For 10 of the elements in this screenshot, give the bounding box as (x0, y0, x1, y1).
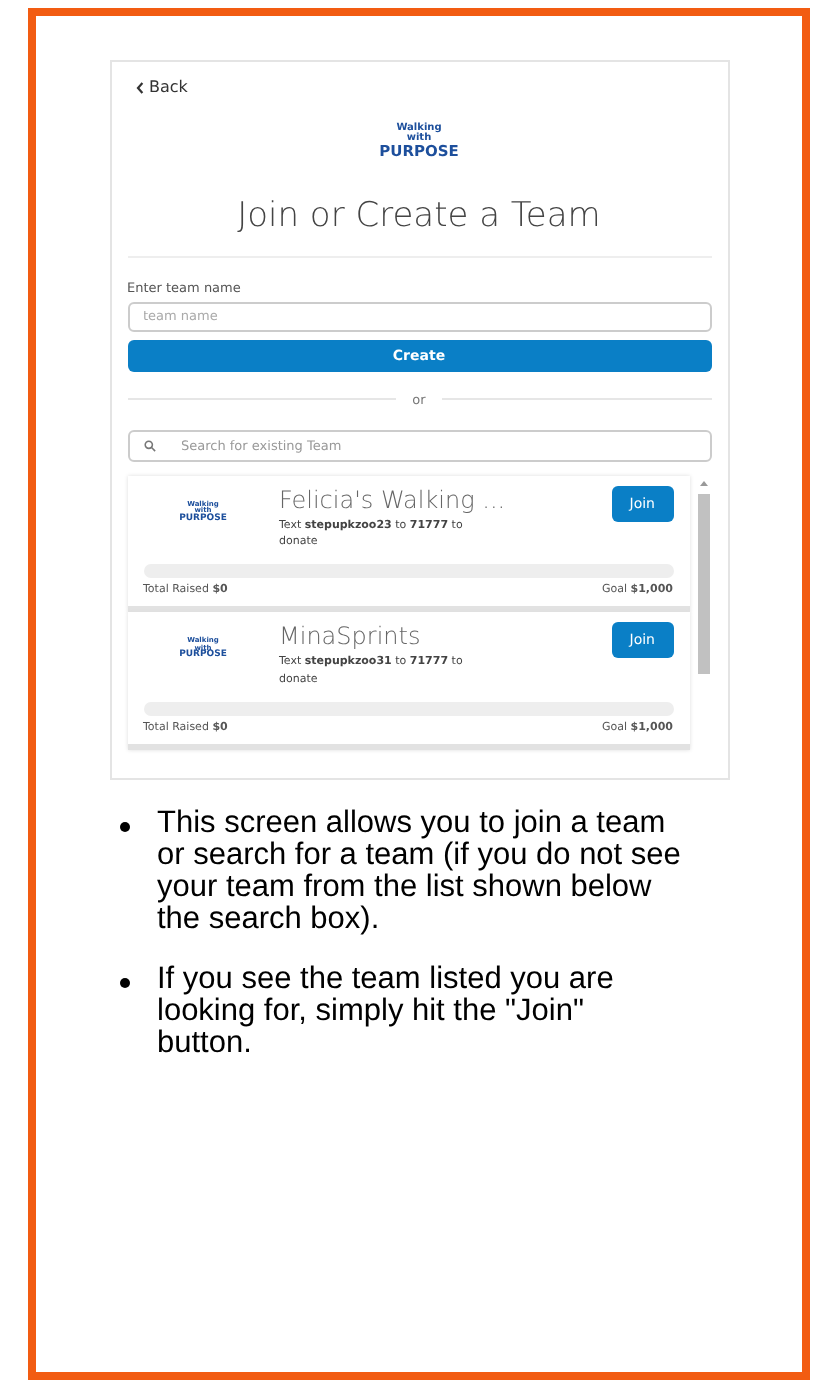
bullet-icon (119, 822, 129, 832)
page-title: Join or Create a Team (127, 195, 711, 257)
bullet-icon (119, 977, 129, 988)
team-name: Felicia's Walking ... (279, 485, 508, 513)
search-icon (143, 439, 155, 451)
note-text: If you see the team listed you are looking for, simply hit the "Join" button. (157, 963, 616, 1060)
note-text: This screen allows you to join a team or search for a team (if you do not see your team from the list shown below the search box). (157, 808, 681, 936)
team-name: MinaSprints (279, 622, 423, 651)
chevron-left-icon (135, 81, 143, 93)
back-link[interactable]: Back (135, 78, 188, 96)
